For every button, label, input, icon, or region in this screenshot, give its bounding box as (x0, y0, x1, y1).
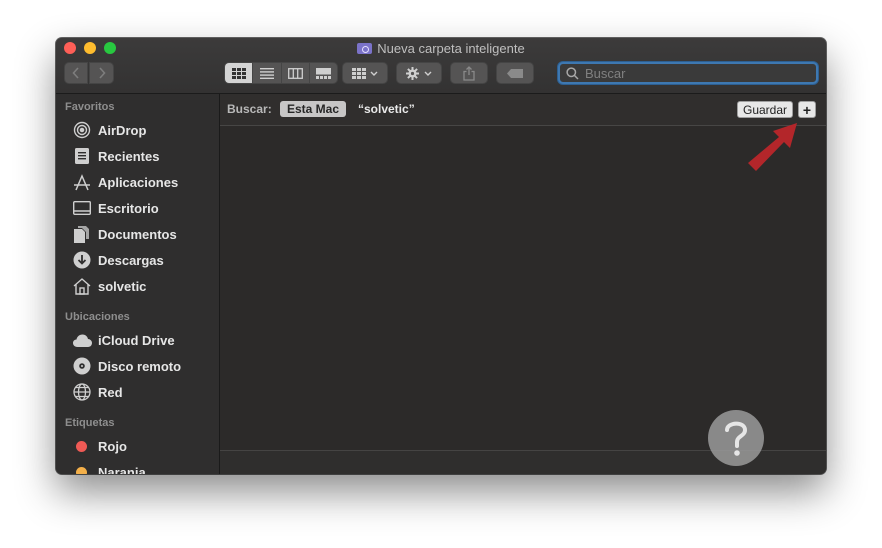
group-by-button[interactable] (342, 62, 388, 84)
sidebar-item-label: iCloud Drive (98, 332, 175, 348)
sidebar-item-home[interactable]: solvetic (72, 275, 146, 297)
sidebar-item-label: Descargas (98, 252, 164, 268)
sidebar-item-label: Disco remoto (98, 358, 182, 374)
tag-icon (507, 68, 523, 78)
toolbar: Nueva carpeta inteligente (56, 38, 826, 94)
icon-view-button[interactable] (225, 63, 254, 83)
sidebar-item-label: Red (98, 384, 123, 400)
sidebar-item-label: Escritorio (98, 200, 159, 216)
sidebar-item-tag-red[interactable]: Rojo (72, 435, 127, 457)
list-view-button[interactable] (253, 63, 282, 83)
share-icon (463, 65, 475, 81)
chevron-right-icon (98, 67, 106, 79)
back-button[interactable] (64, 62, 88, 84)
gear-icon (406, 66, 432, 80)
smart-folder-icon (357, 43, 373, 54)
sidebar-item-label: Naranja (98, 464, 146, 475)
sidebar-item-label: Rojo (98, 438, 127, 454)
sidebar-item-label: solvetic (98, 278, 147, 294)
sidebar-item-recents[interactable]: Recientes (72, 145, 159, 167)
add-criteria-button[interactable]: + (798, 101, 816, 118)
sidebar-section-tags: Etiquetas (65, 417, 115, 429)
sidebar-item-tag-orange[interactable]: Naranja (72, 461, 146, 474)
share-button[interactable] (450, 62, 488, 84)
tag-button[interactable] (496, 62, 534, 84)
annotation-arrow-icon (748, 123, 797, 171)
sidebar-item-label: Documentos (98, 226, 177, 242)
sidebar-item-icloud-drive[interactable]: iCloud Drive (72, 329, 175, 351)
sidebar-item-airdrop[interactable]: AirDrop (72, 119, 146, 141)
icon-view-icon (231, 67, 246, 79)
save-button[interactable]: Guardar (737, 101, 793, 118)
sidebar: Favoritos AirDrop Recientes Aplicaciones… (56, 94, 220, 474)
sidebar-item-network[interactable]: Red (72, 381, 123, 403)
desktop-icon (72, 199, 92, 217)
list-view-icon (259, 67, 274, 79)
disc-icon (72, 357, 92, 375)
column-view-icon (287, 67, 303, 79)
group-icon (352, 67, 378, 79)
window-title: Nueva carpeta inteligente (377, 41, 525, 56)
action-menu-button[interactable] (396, 62, 442, 84)
sidebar-item-label: AirDrop (98, 122, 147, 138)
gallery-view-icon (315, 67, 331, 79)
sidebar-item-remote-disc[interactable]: Disco remoto (72, 355, 181, 377)
scope-query-button[interactable]: “solvetic” (358, 102, 415, 116)
gallery-view-button[interactable] (310, 63, 337, 83)
network-icon (72, 383, 92, 401)
airdrop-icon (72, 121, 92, 139)
solvetic-logo-icon (708, 410, 764, 466)
forward-button[interactable] (89, 62, 114, 84)
sidebar-item-label: Aplicaciones (98, 174, 179, 190)
sidebar-item-documents[interactable]: Documentos (72, 223, 177, 245)
view-mode-segmented-control (224, 62, 338, 84)
home-icon (72, 277, 92, 295)
window-title-bar: Nueva carpeta inteligente (56, 41, 826, 57)
applications-icon (72, 173, 92, 191)
search-scope-bar: Buscar: Esta Mac “solvetic” Guardar + (220, 94, 826, 126)
search-icon (566, 66, 579, 80)
documents-icon (72, 225, 92, 243)
sidebar-item-applications[interactable]: Aplicaciones (72, 171, 178, 193)
sidebar-section-locations: Ubicaciones (65, 311, 130, 323)
scope-this-mac-button[interactable]: Esta Mac (280, 101, 347, 117)
orange-tag-dot (76, 466, 87, 474)
chevron-left-icon (72, 67, 79, 79)
downloads-icon (72, 251, 92, 269)
recents-icon (72, 147, 92, 165)
sidebar-item-downloads[interactable]: Descargas (72, 249, 164, 271)
search-field[interactable] (558, 62, 818, 84)
cloud-icon (72, 331, 92, 349)
red-tag-dot (76, 440, 87, 452)
sidebar-item-label: Recientes (98, 148, 160, 164)
sidebar-item-desktop[interactable]: Escritorio (72, 197, 159, 219)
search-input[interactable] (583, 64, 807, 82)
sidebar-section-favorites: Favoritos (65, 101, 115, 113)
search-scope-label: Buscar: (227, 102, 272, 116)
column-view-button[interactable] (282, 63, 310, 83)
